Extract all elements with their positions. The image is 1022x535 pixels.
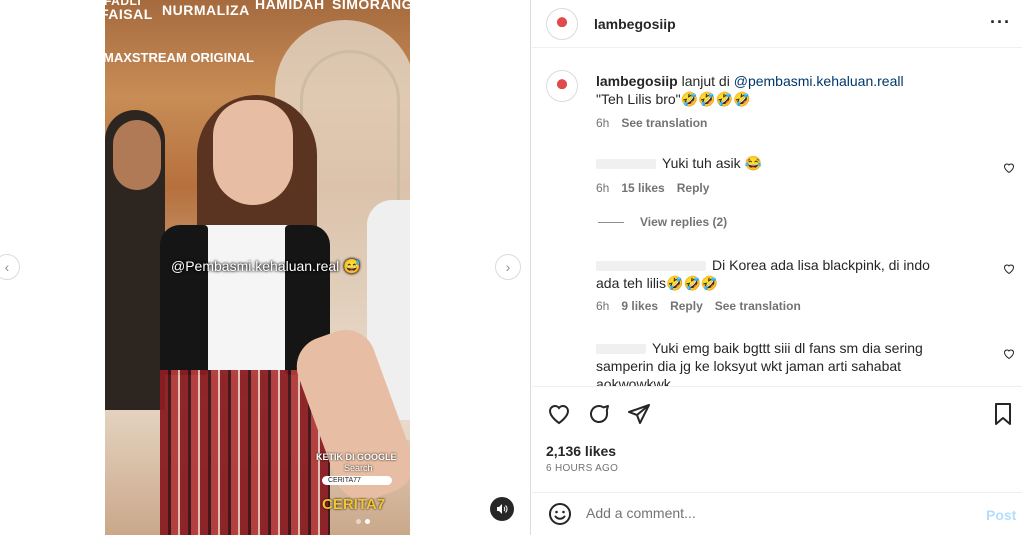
comment-input[interactable] bbox=[586, 505, 966, 521]
chevron-right-icon[interactable]: › bbox=[495, 254, 521, 280]
subject-jacket-left bbox=[160, 225, 208, 375]
reply-button[interactable]: Reply bbox=[670, 299, 703, 313]
post-button[interactable]: Post bbox=[986, 507, 1016, 523]
volume-icon[interactable] bbox=[490, 497, 514, 521]
caption-username[interactable]: lambegosiip bbox=[596, 73, 678, 89]
comment-time[interactable]: 6h bbox=[596, 181, 609, 195]
video-banner: FADLI FAISAL NURMALIZA HAMIDAH SIMORANG bbox=[105, 0, 410, 26]
comment-likes[interactable]: 9 likes bbox=[621, 299, 658, 313]
see-translation-button[interactable]: See translation bbox=[621, 116, 707, 130]
person-left-head bbox=[113, 120, 161, 190]
heart-icon[interactable] bbox=[1003, 263, 1015, 278]
subject-face bbox=[213, 100, 293, 205]
banner-name: HAMIDAH bbox=[255, 0, 325, 12]
sticker-line2: Search bbox=[344, 463, 373, 473]
post-sidebar: lambegosiip ··· lambegosiip lanjut di @p… bbox=[532, 0, 1022, 535]
banner-name: SIMORANG bbox=[332, 0, 410, 12]
caption-quote: "Teh Lilis bro"🤣🤣🤣🤣 bbox=[596, 91, 751, 107]
banner-name: FAISAL bbox=[105, 6, 153, 22]
comment-item: Yuki tuh asik 😂 bbox=[596, 154, 951, 172]
bookmark-icon[interactable] bbox=[990, 401, 1016, 427]
comment-time[interactable]: 6h bbox=[596, 299, 609, 313]
video-caption-overlay: @Pembasmi.kehaluan.real 😅 bbox=[171, 258, 361, 274]
reply-button[interactable]: Reply bbox=[677, 181, 710, 195]
likes-count[interactable]: 2,136 likes bbox=[546, 443, 616, 459]
comment-item: Di Korea ada lisa blackpink, di indo ada… bbox=[596, 256, 951, 292]
heart-icon[interactable] bbox=[1003, 348, 1015, 363]
comment-username-blurred[interactable] bbox=[596, 159, 656, 170]
media-panel: FADLI FAISAL NURMALIZA HAMIDAH SIMORANG … bbox=[0, 0, 531, 535]
banner-name: NURMALIZA bbox=[162, 2, 250, 18]
comment-icon[interactable] bbox=[586, 401, 612, 427]
post-header: lambegosiip ··· bbox=[532, 0, 1022, 48]
caption-text: lambegosiip lanjut di @pembasmi.kehaluan… bbox=[596, 72, 986, 108]
caption-mention[interactable]: @pembasmi.kehaluan.reall bbox=[734, 73, 904, 89]
comment-text: Yuki tuh asik 😂 bbox=[662, 155, 762, 171]
heart-icon[interactable] bbox=[1003, 162, 1015, 177]
sticker-search: CERITA77 bbox=[322, 476, 392, 485]
comment-item: Yuki emg baik bgttt siii dl fans sm dia … bbox=[596, 339, 951, 386]
post-actions: 2,136 likes 6 HOURS AGO bbox=[532, 386, 1022, 494]
like-heart-icon[interactable] bbox=[546, 401, 572, 427]
comment-likes[interactable]: 15 likes bbox=[621, 181, 664, 195]
view-replies-button[interactable]: View replies (2) bbox=[640, 215, 727, 229]
see-translation-button[interactable]: See translation bbox=[715, 299, 801, 313]
brand-text: MAXSTREAM ORIGINAL bbox=[105, 50, 254, 65]
sticker-logo: CERITA7 bbox=[322, 496, 386, 513]
comment-meta: 6h 15 likes Reply bbox=[596, 181, 709, 195]
share-icon[interactable] bbox=[626, 401, 652, 427]
comment-username-blurred[interactable] bbox=[596, 261, 706, 272]
more-options-icon[interactable]: ··· bbox=[990, 12, 1011, 33]
comment-meta: 6h 9 likes Reply See translation bbox=[596, 299, 801, 313]
avatar[interactable] bbox=[546, 8, 578, 40]
emoji-icon[interactable] bbox=[548, 502, 572, 526]
caption-prefix: lanjut di bbox=[681, 73, 734, 89]
caption-meta: 6h See translation bbox=[596, 116, 707, 130]
comments-section: lambegosiip lanjut di @pembasmi.kehaluan… bbox=[532, 48, 1022, 386]
chevron-left-icon[interactable]: ‹ bbox=[0, 254, 20, 280]
comment-username-blurred[interactable] bbox=[596, 344, 646, 355]
post-time[interactable]: 6 HOURS AGO bbox=[546, 463, 618, 474]
header-username[interactable]: lambegosiip bbox=[594, 16, 676, 32]
caption-avatar[interactable] bbox=[546, 70, 578, 102]
watermark-sticker: KETIK DI GOOGLE Search CERITA77 CERITA7 bbox=[314, 452, 412, 528]
replies-divider bbox=[598, 222, 624, 223]
add-comment-row: Post bbox=[532, 492, 1022, 535]
caption-time[interactable]: 6h bbox=[596, 116, 609, 130]
sticker-line1: KETIK DI GOOGLE bbox=[316, 452, 397, 462]
